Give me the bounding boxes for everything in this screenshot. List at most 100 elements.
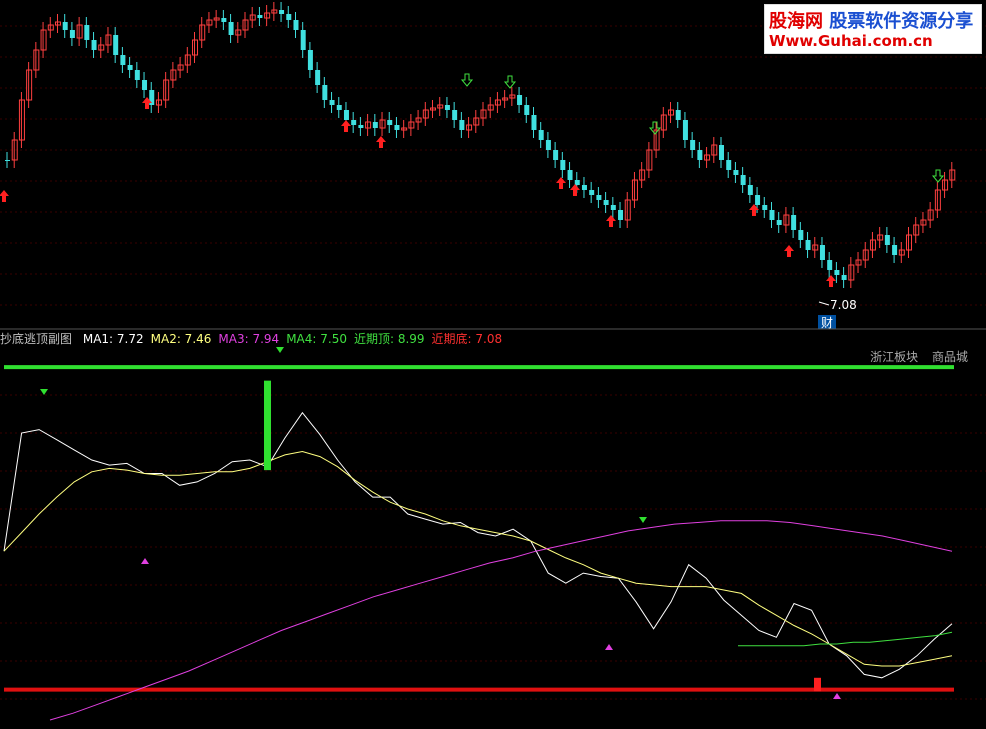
series-line-ma4 — [738, 631, 953, 647]
candle-body — [740, 175, 746, 185]
sector-tags: 浙江板块 商品城 — [860, 348, 968, 365]
candle-body — [892, 245, 898, 255]
buy-arrow-icon — [570, 184, 580, 196]
tag-sector[interactable]: 浙江板块 — [870, 350, 918, 364]
sell-arrow-icon — [931, 169, 945, 183]
candle-body — [560, 160, 566, 170]
candle-body — [697, 150, 703, 160]
signal-bar — [814, 677, 821, 692]
candle-body — [733, 170, 739, 175]
candle-body — [91, 40, 97, 50]
candle-body — [589, 190, 595, 195]
indicator-legend: 抄底逃顶副图 MA1: 7.72 MA2: 7.46 MA3: 7.94 MA4: 7… — [0, 330, 516, 347]
stock-chart[interactable]: 7.08 财 — [0, 0, 986, 729]
candle-body — [531, 115, 537, 130]
candle-body — [675, 110, 681, 120]
site-watermark: 股海网 股票软件资源分享 Www.Guhai.com.cn — [764, 4, 982, 54]
candle-body — [517, 95, 523, 105]
candle-body — [113, 35, 119, 55]
candle-body — [315, 70, 321, 85]
candle-body — [134, 70, 140, 80]
candle-body — [293, 20, 299, 30]
candle-body — [690, 140, 696, 150]
candle-body — [444, 105, 450, 110]
buy-arrow-icon — [556, 177, 566, 189]
candle-body — [762, 205, 768, 210]
down-triangle-icon — [276, 347, 284, 353]
candle-body — [841, 275, 847, 280]
candle-body — [279, 10, 285, 14]
up-triangle-icon — [833, 693, 841, 699]
buy-arrow-icon — [0, 190, 9, 202]
site-slogan: 股票软件资源分享 — [829, 11, 974, 32]
legend-item-2: MA3: 7.94 — [218, 332, 280, 346]
candle-body — [459, 120, 465, 130]
candle-body — [307, 50, 313, 70]
candle-body — [834, 270, 840, 275]
candle-body — [372, 122, 378, 128]
indicator-name: 抄底逃顶副图 — [0, 332, 73, 346]
candle-body — [603, 200, 609, 205]
candle-body — [394, 125, 400, 130]
candle-body — [618, 210, 624, 220]
candle-body — [553, 150, 559, 160]
site-url: Www.Guhai.com.cn — [769, 32, 933, 50]
candle-body — [452, 110, 458, 120]
candle-body — [805, 240, 811, 250]
legend-item-1: MA2: 7.46 — [150, 332, 212, 346]
site-name: 股海网 — [769, 11, 823, 32]
candle-body — [329, 100, 335, 105]
candle-body — [755, 195, 761, 205]
series-line-ma1 — [3, 411, 953, 679]
buy-arrow-icon — [376, 136, 386, 148]
candle-body — [336, 105, 342, 110]
candle-body — [596, 195, 602, 200]
down-triangle-icon — [40, 389, 48, 395]
candle-body — [726, 160, 732, 170]
sell-arrow-icon — [648, 121, 662, 135]
candle-body — [120, 55, 126, 65]
legend-item-4: 近期顶: 8.99 — [353, 332, 425, 346]
candle-body — [545, 140, 551, 150]
tag-concept[interactable]: 商品城 — [932, 350, 968, 364]
candle-body — [747, 185, 753, 195]
down-triangle-icon — [639, 517, 647, 523]
candle-body — [69, 30, 75, 38]
candle-body — [791, 215, 797, 230]
event-badge[interactable]: 财 — [821, 316, 833, 330]
candle-body — [5, 160, 10, 161]
candle-body — [343, 110, 349, 120]
legend-item-3: MA4: 7.50 — [286, 332, 347, 346]
up-triangle-icon — [605, 644, 613, 650]
candle-body — [538, 130, 544, 140]
candle-body — [524, 105, 530, 115]
candle-body — [228, 22, 234, 35]
candle-body — [127, 65, 133, 70]
candle-body — [798, 230, 804, 240]
candle-body — [257, 15, 263, 18]
candle-body — [581, 185, 587, 190]
candle-body — [819, 245, 825, 260]
candle-body — [719, 145, 724, 160]
candle-body — [884, 235, 890, 245]
candle-body — [84, 25, 90, 40]
buy-arrow-icon — [606, 215, 616, 227]
candle-body — [776, 220, 782, 225]
up-triangle-icon — [141, 558, 149, 564]
sell-arrow-icon — [460, 73, 474, 87]
buy-arrow-icon — [784, 245, 794, 257]
candle-body — [142, 80, 148, 90]
candle-body — [827, 260, 833, 270]
series-line-ma2 — [3, 450, 953, 667]
candle-body — [322, 85, 328, 100]
candle-body — [286, 14, 292, 20]
candle-body — [567, 170, 573, 180]
buy-arrow-icon — [826, 275, 836, 287]
candle-body — [221, 18, 227, 22]
candle-body — [300, 30, 306, 50]
candle-body — [682, 120, 688, 140]
legend-item-5: 近期底: 7.08 — [431, 332, 503, 346]
low-price-label: 7.08 — [830, 298, 857, 312]
candle-body — [358, 125, 364, 128]
legend-item-0: MA1: 7.72 — [82, 332, 144, 346]
